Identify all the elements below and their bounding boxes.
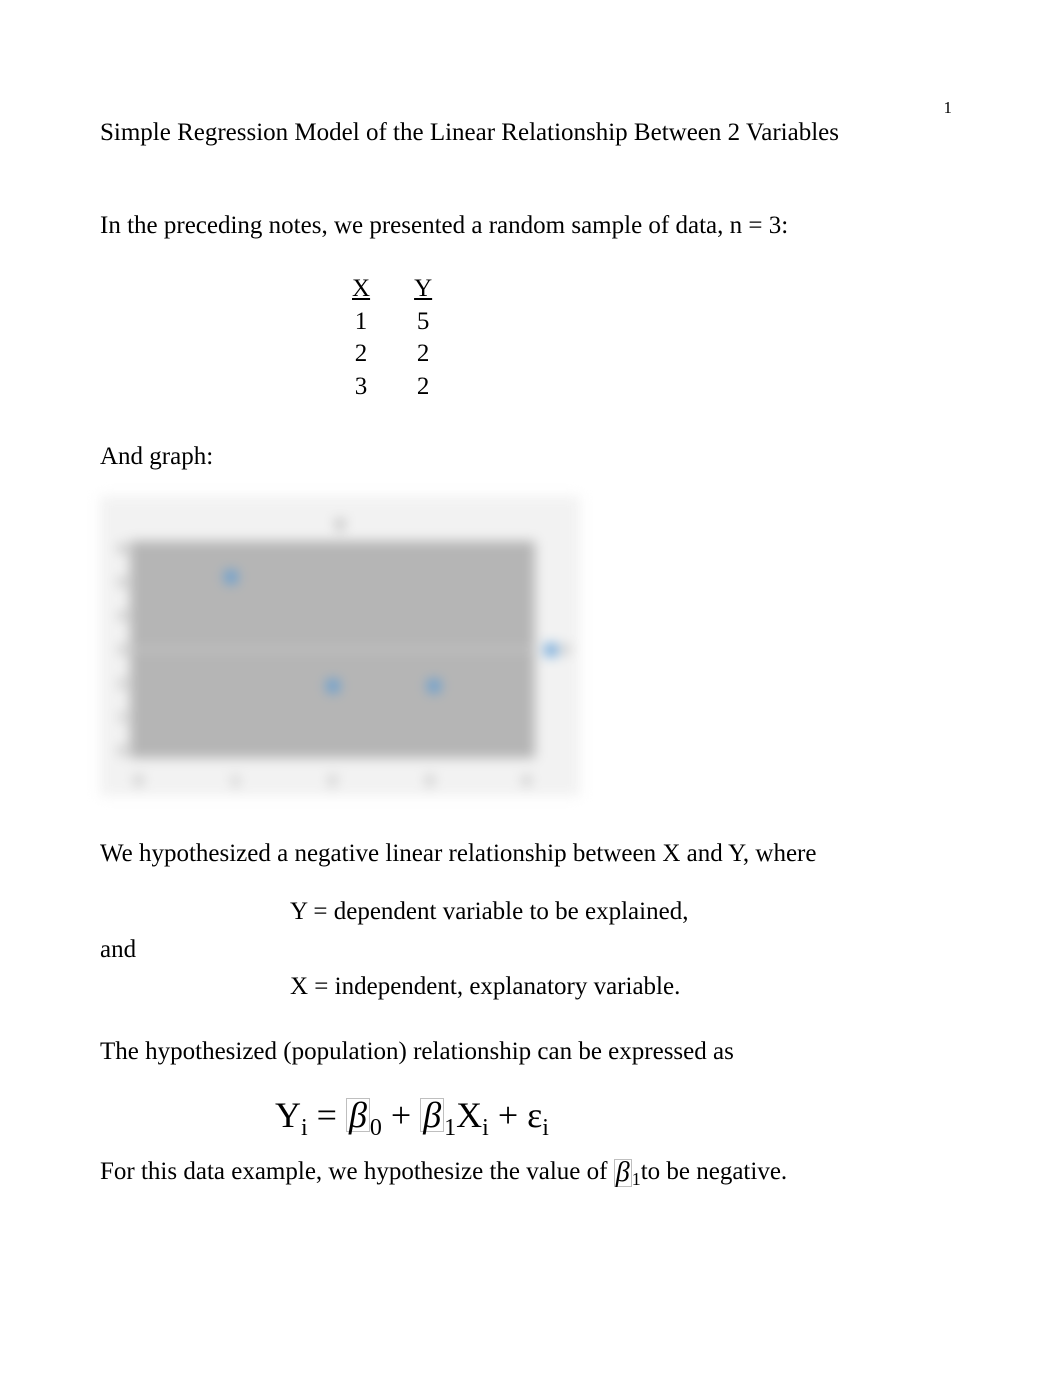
paper-title: Simple Regression Model of the Linear Re… [100, 115, 972, 150]
y-tick: 3 [119, 642, 126, 657]
relationship-paragraph: The hypothesized (population) relationsh… [100, 1034, 972, 1069]
table-cell-x: 3 [330, 371, 392, 404]
y-tick: 1 [119, 709, 126, 724]
x-axis-ticks: 0 1 2 3 4 [130, 773, 535, 788]
y-tick: 2 [119, 676, 126, 691]
legend-label: Y [561, 642, 570, 658]
y-tick: 6 [119, 541, 126, 556]
and-connector: and [100, 931, 972, 969]
table-row: 1 5 [330, 306, 454, 339]
table-cell-y: 2 [392, 338, 454, 371]
page-number: 1 [944, 98, 953, 118]
y-tick: 0 [119, 743, 126, 758]
y-axis-ticks: 6 5 4 3 2 1 0 [100, 541, 130, 758]
table-row: 3 2 [330, 371, 454, 404]
graph-label: And graph: [100, 443, 972, 471]
table-cell-y: 2 [392, 371, 454, 404]
beta-symbol: β [346, 1098, 370, 1132]
table-header-row: X Y [330, 273, 454, 306]
x-tick: 4 [523, 773, 530, 788]
table-cell-x: 2 [330, 338, 392, 371]
chart-legend: Y [535, 541, 580, 758]
table-cell-y: 5 [392, 306, 454, 339]
final-paragraph: For this data example, we hypothesize th… [100, 1154, 972, 1192]
legend-swatch-icon [545, 644, 557, 656]
chart-title: Y [334, 516, 345, 536]
hypothesis-paragraph: We hypothesized a negative linear relati… [100, 836, 972, 871]
beta-symbol: β [614, 1159, 632, 1186]
table-header-y: Y [392, 273, 454, 306]
x-tick: 0 [135, 773, 142, 788]
intro-paragraph: In the preceding notes, we presented a r… [100, 208, 972, 243]
y-tick: 4 [119, 608, 126, 623]
table-cell-x: 1 [330, 306, 392, 339]
beta-symbol: β [420, 1098, 444, 1132]
y-definition: Y = dependent variable to be explained, [100, 893, 972, 931]
x-tick: 2 [329, 773, 336, 788]
regression-equation: Yi = β0 + β1Xi + εi [100, 1094, 972, 1143]
x-tick: 1 [232, 773, 239, 788]
table-header-x: X [330, 273, 392, 306]
x-definition: X = independent, explanatory variable. [100, 968, 972, 1006]
xy-data-table: X Y 1 5 2 2 3 2 [330, 273, 972, 403]
x-tick: 3 [426, 773, 433, 788]
table-row: 2 2 [330, 338, 454, 371]
plot-area [130, 541, 535, 758]
data-point [225, 571, 237, 583]
data-point [327, 680, 339, 692]
scatter-chart: Y 6 5 4 3 2 1 0 Y 0 1 [100, 496, 580, 796]
data-point [428, 680, 440, 692]
y-tick: 5 [119, 575, 126, 590]
